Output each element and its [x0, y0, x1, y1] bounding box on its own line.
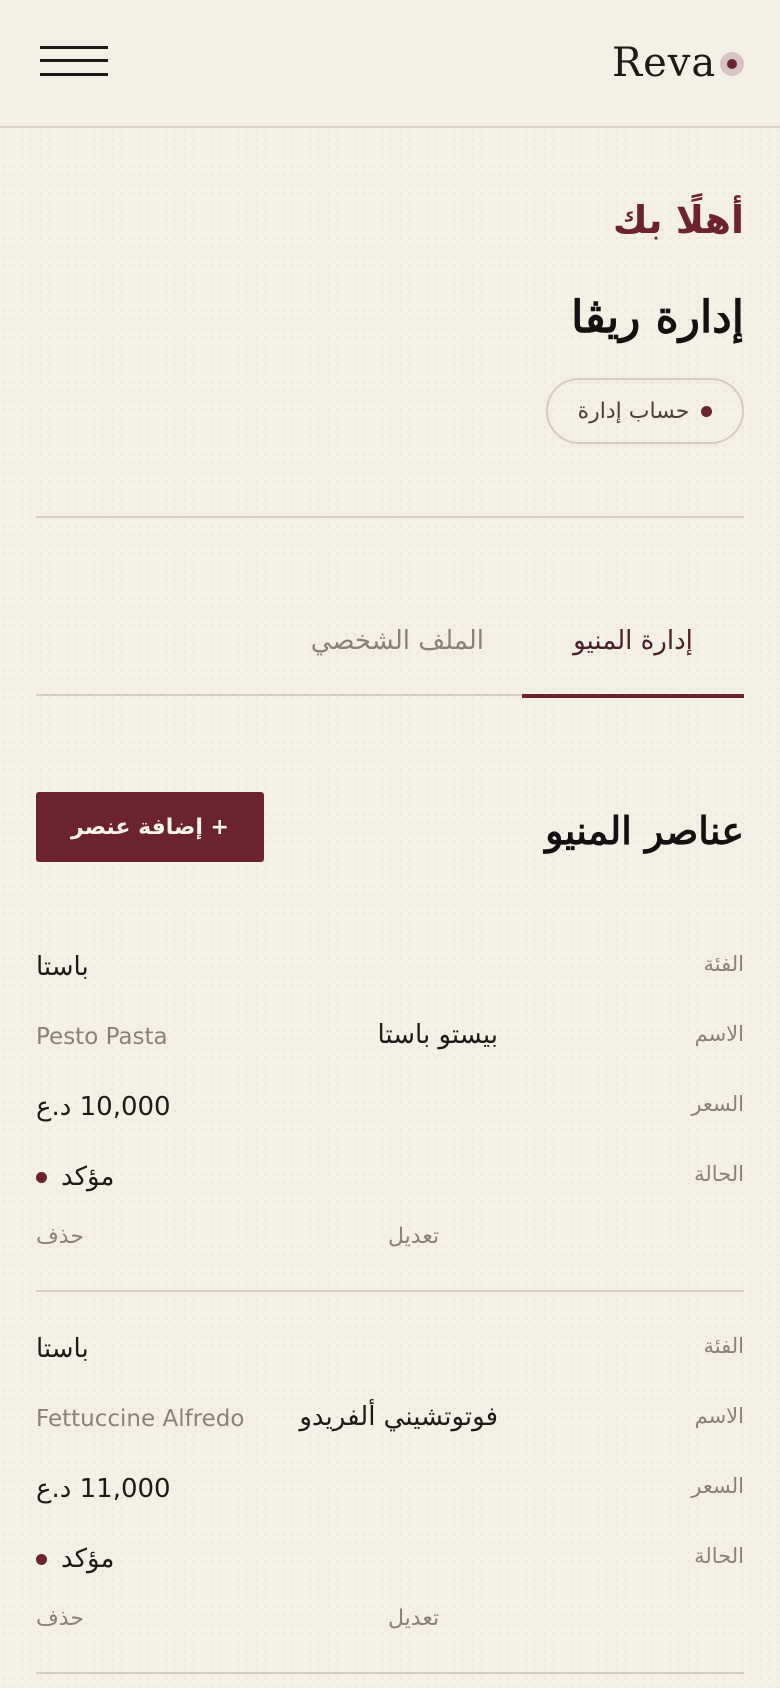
app-header: Reva	[0, 0, 780, 128]
category-value: باستا	[36, 952, 89, 982]
status-label: الحالة	[694, 1544, 744, 1568]
page-title: إدارة ريڤا	[571, 292, 744, 343]
status-label: الحالة	[694, 1162, 744, 1186]
item-divider	[36, 1290, 744, 1292]
menu-icon-line	[40, 59, 108, 62]
tab-profile[interactable]: الملف الشخصي	[311, 626, 484, 656]
status-text: مؤكد	[61, 1544, 115, 1574]
price-value: 10,000 د.ع	[36, 1092, 171, 1122]
add-item-button[interactable]: + إضافة عنصر	[36, 792, 264, 862]
status-text: مؤكد	[61, 1162, 115, 1192]
menu-icon[interactable]	[40, 46, 108, 80]
welcome-text: أهلًا بك	[612, 198, 744, 242]
category-label: الفئة	[703, 952, 744, 976]
price-label: السعر	[691, 1474, 744, 1498]
item-name-en: Pesto Pasta	[36, 1024, 168, 1050]
menu-item-card: الفئة باستا الاسم بيستو باستا Pesto Past…	[36, 940, 744, 1292]
menu-icon-line	[40, 46, 108, 49]
menu-icon-line	[40, 73, 108, 76]
price-value: 11,000 د.ع	[36, 1474, 171, 1504]
delete-button[interactable]: حذف	[36, 1224, 84, 1249]
status-value: مؤكد	[36, 1544, 114, 1574]
brand-dot-icon	[720, 52, 744, 76]
section-title: عناصر المنيو	[545, 808, 744, 853]
edit-button[interactable]: تعديل	[388, 1224, 439, 1249]
edit-button[interactable]: تعديل	[388, 1606, 439, 1631]
delete-button[interactable]: حذف	[36, 1606, 84, 1631]
status-dot-icon	[36, 1553, 47, 1565]
category-label: الفئة	[703, 1334, 744, 1358]
name-label: الاسم	[694, 1404, 744, 1428]
role-badge: حساب إدارة	[546, 378, 744, 444]
tab-menu-management[interactable]: إدارة المنيو	[522, 626, 744, 698]
item-divider	[36, 1672, 744, 1674]
name-label: الاسم	[694, 1022, 744, 1046]
price-label: السعر	[691, 1092, 744, 1116]
divider	[36, 516, 744, 518]
role-badge-label: حساب إدارة	[577, 398, 690, 424]
category-value: باستا	[36, 1334, 89, 1364]
item-name-ar: فوتوتشيني ألفريدو	[299, 1402, 498, 1432]
brand-logo[interactable]: Reva	[612, 40, 716, 86]
menu-item-card: الفئة باستا الاسم فوتوتشيني ألفريدو Fett…	[36, 1322, 744, 1674]
item-name-en: Fettuccine Alfredo	[36, 1406, 245, 1432]
tab-bar: إدارة المنيو الملف الشخصي	[36, 596, 744, 698]
status-value: مؤكد	[36, 1162, 114, 1192]
status-dot-icon	[36, 1171, 47, 1183]
role-dot-icon	[701, 405, 713, 417]
item-name-ar: بيستو باستا	[377, 1020, 498, 1050]
